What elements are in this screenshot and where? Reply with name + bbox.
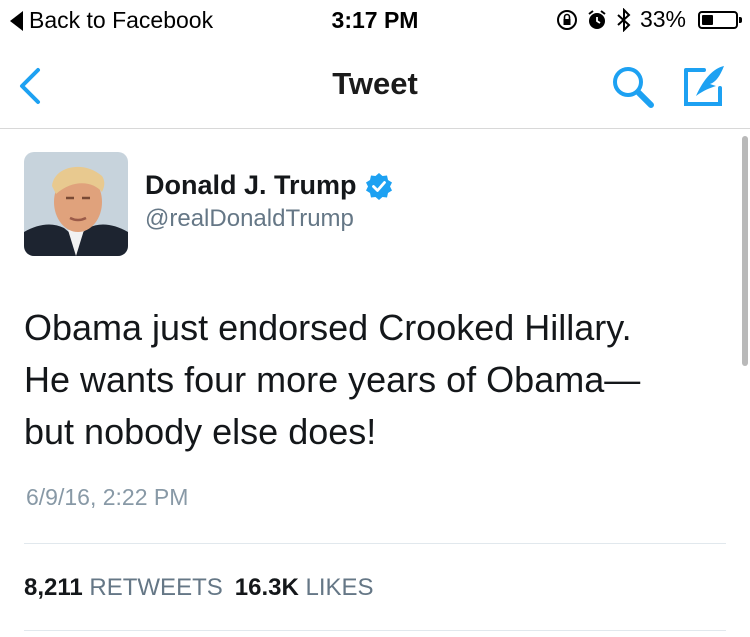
tweet-text: Obama just endorsed Crooked Hillary. He …	[24, 302, 724, 458]
author-handle[interactable]: @realDonaldTrump	[145, 205, 354, 233]
retweets-stat[interactable]: 8,211 RETWEETS	[24, 574, 223, 601]
retweets-label: RETWEETS	[89, 574, 223, 601]
retweets-count: 8,211	[24, 574, 83, 601]
battery-fill	[702, 14, 713, 25]
divider	[24, 630, 726, 631]
battery-percent: 33%	[639, 6, 686, 32]
bluetooth-icon	[617, 7, 631, 32]
tweet-stats: 8,211 RETWEETS 16.3K LIKES	[24, 574, 374, 602]
scrollbar[interactable]	[742, 136, 748, 366]
likes-count: 16.3K	[234, 574, 299, 601]
tweet-text-line: Obama just endorsed Crooked Hillary.	[24, 307, 632, 348]
profile-photo	[24, 152, 128, 256]
avatar[interactable]	[24, 152, 128, 256]
status-icons: 33%	[556, 6, 742, 33]
battery-icon	[698, 10, 742, 29]
rotation-lock-icon	[556, 9, 577, 30]
tweet-text-line: but nobody else does!	[24, 411, 377, 452]
tweet-timestamp: 6/9/16, 2:22 PM	[26, 484, 189, 510]
navigation-bar: Tweet	[0, 40, 750, 129]
author-name: Donald J. Trump	[145, 170, 357, 200]
verified-badge-icon	[365, 172, 392, 200]
likes-label: LIKES	[305, 574, 374, 601]
likes-stat[interactable]: 16.3K LIKES	[235, 574, 374, 601]
tweet-text-line: He wants four more years of Obama—	[24, 359, 641, 400]
status-bar: Back to Facebook 3:17 PM 33%	[0, 0, 750, 40]
alarm-icon	[588, 9, 606, 29]
compose-icon[interactable]	[680, 60, 730, 110]
author-name-row[interactable]: Donald J. Trump	[145, 170, 393, 201]
search-icon[interactable]	[608, 62, 658, 112]
divider	[24, 543, 726, 544]
